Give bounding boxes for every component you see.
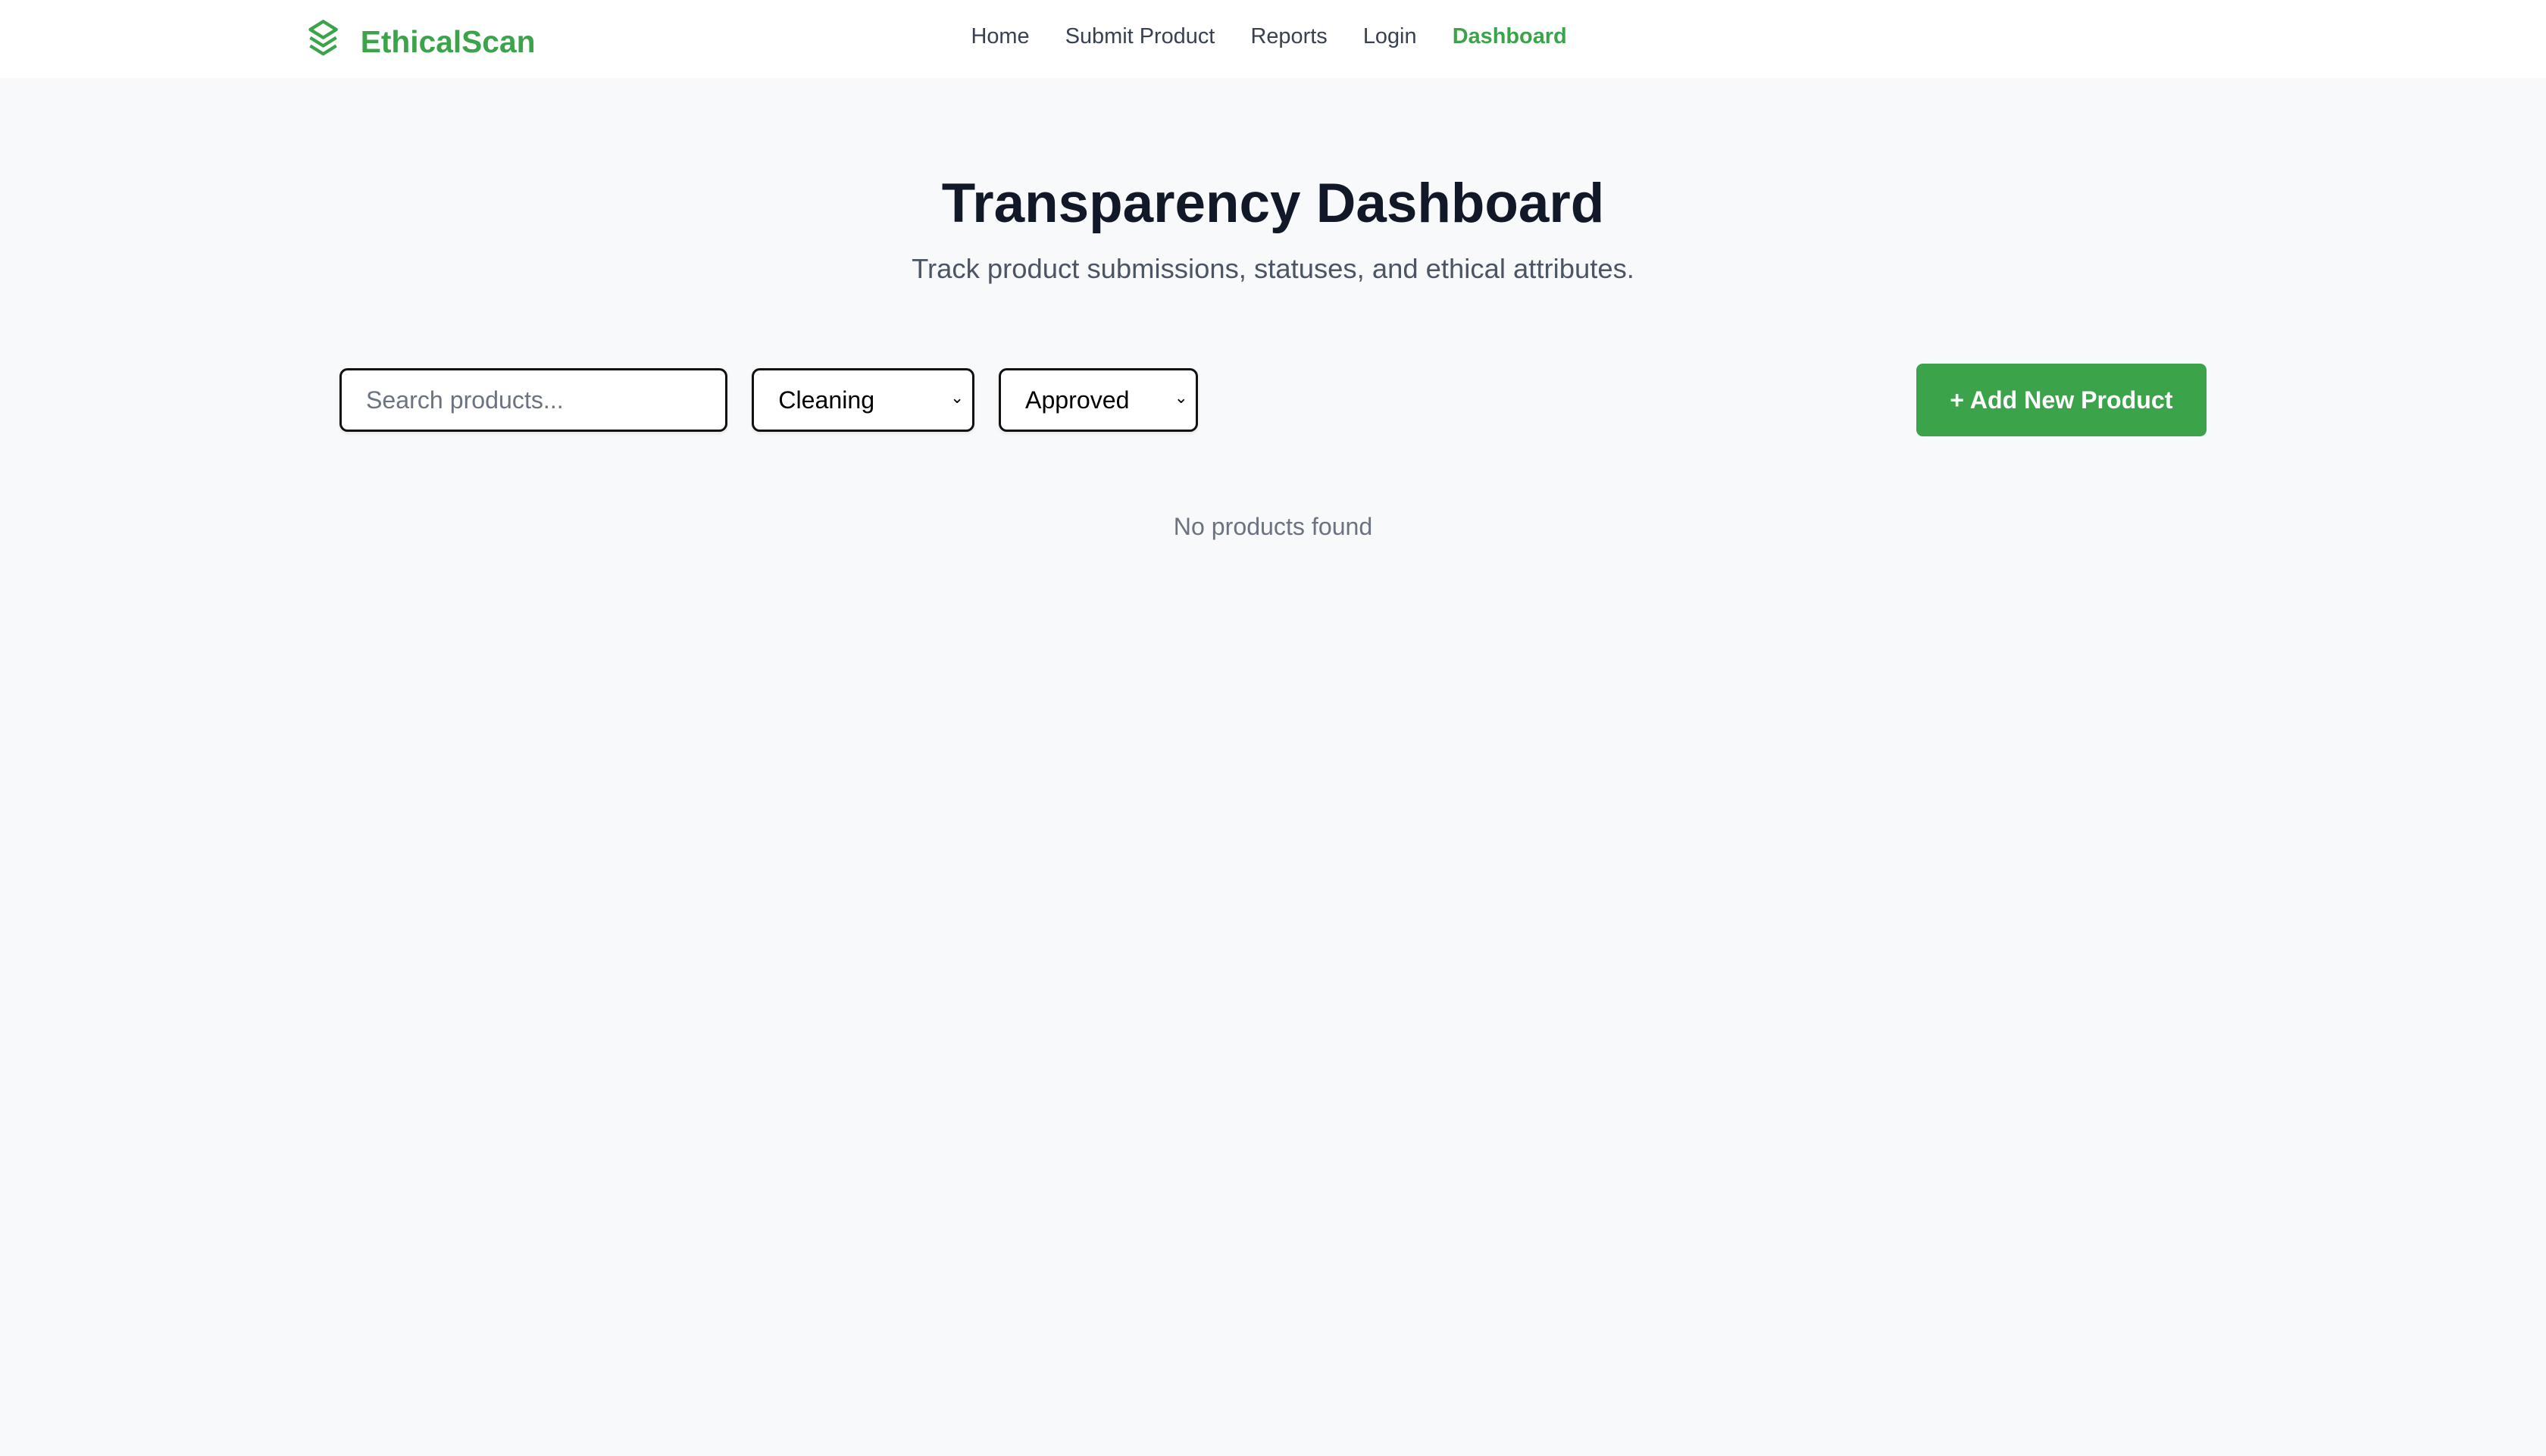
nav-submit-product[interactable]: Submit Product [1065, 24, 1215, 49]
add-new-product-button[interactable]: + Add New Product [1916, 364, 2207, 437]
brand-name: EthicalScan [360, 24, 536, 60]
empty-state-message: No products found [1173, 513, 1373, 541]
top-nav-bar: EthicalScan Home Submit Product Reports … [0, 0, 2546, 78]
nav-dashboard[interactable]: Dashboard [1453, 24, 1567, 49]
status-select-value: Approved [1025, 386, 1130, 414]
brand-logo-link[interactable]: EthicalScan [305, 18, 536, 67]
nav-reports[interactable]: Reports [1250, 24, 1327, 49]
category-select[interactable]: Cleaning ⌄ [752, 368, 974, 432]
nav-home[interactable]: Home [971, 24, 1029, 49]
search-input[interactable] [339, 368, 727, 432]
category-select-value: Cleaning [778, 386, 875, 414]
layers-icon [305, 18, 341, 67]
status-select[interactable]: Approved ⌄ [998, 368, 1199, 432]
page-subtitle: Track product submissions, statuses, and… [912, 253, 1634, 285]
main-nav: Home Submit Product Reports Login Dashbo… [971, 24, 1566, 49]
nav-login[interactable]: Login [1363, 24, 1417, 49]
page-title: Transparency Dashboard [941, 173, 1605, 235]
chevron-down-icon: ⌄ [1174, 389, 1188, 407]
chevron-down-icon: ⌄ [950, 389, 965, 407]
